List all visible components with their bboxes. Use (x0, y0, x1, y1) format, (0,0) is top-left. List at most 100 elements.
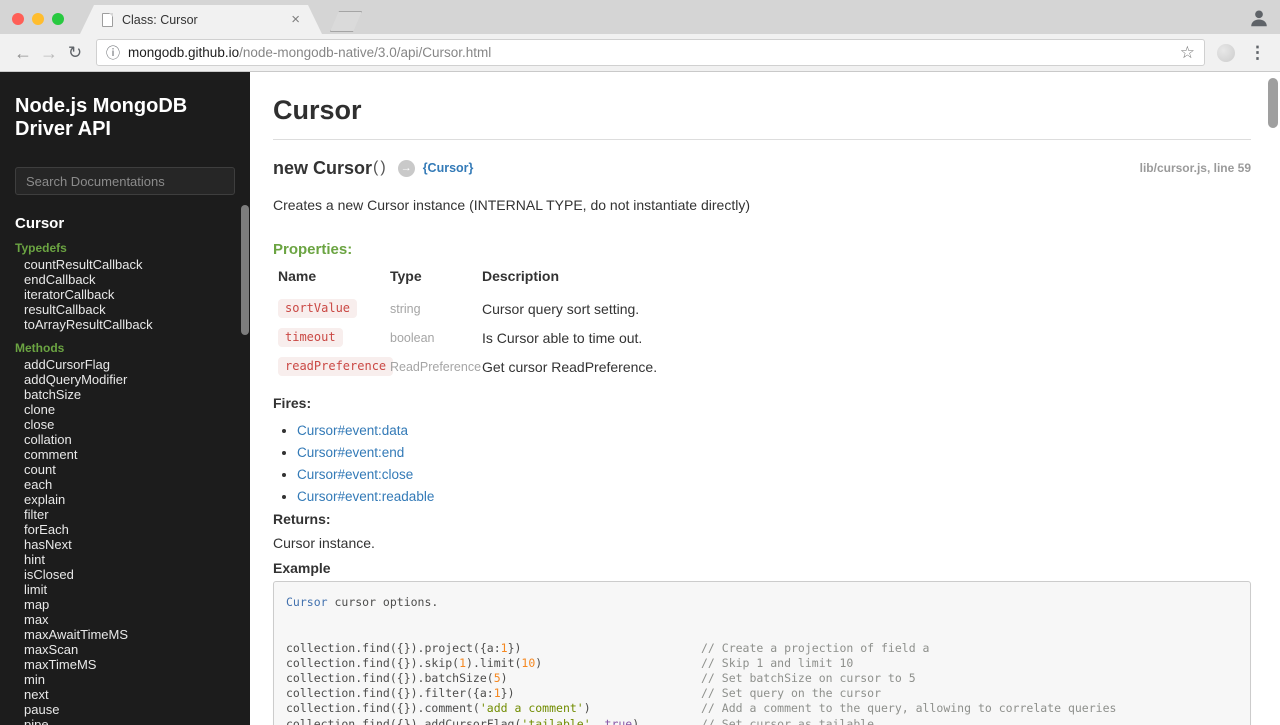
url-path: /node-mongodb-native/3.0/api/Cursor.html (239, 45, 492, 60)
property-type-cell: string (390, 294, 482, 323)
page-scrollbar-thumb[interactable] (1268, 78, 1278, 128)
traffic-light[interactable] (52, 13, 64, 25)
return-type-link[interactable]: {Cursor} (423, 161, 474, 175)
sidebar-item-hasNext[interactable]: hasNext (0, 537, 250, 552)
site-info-icon[interactable]: ⓘ (106, 43, 120, 63)
sidebar-section-label: Methods (15, 341, 65, 355)
sidebar-item-count[interactable]: count (0, 462, 250, 477)
window-controls[interactable] (12, 13, 64, 25)
fires-heading: Fires: (273, 395, 312, 411)
search-input[interactable] (15, 167, 235, 195)
sidebar-nav: Typedefs countResultCallback endCallback it… (0, 242, 250, 725)
sidebar-item-pause[interactable]: pause (0, 702, 250, 717)
sidebar-scrollbar-thumb[interactable] (241, 205, 249, 335)
sidebar-item-clone[interactable]: clone (0, 402, 250, 417)
properties-heading: Properties: (273, 241, 353, 258)
sidebar-item-next[interactable]: next (0, 687, 250, 702)
sidebar-item-max[interactable]: max (0, 612, 250, 627)
divider (273, 139, 1251, 140)
property-name-badge: readPreference (278, 357, 394, 376)
code-token: cursor options. (327, 595, 439, 609)
event-link[interactable]: Cursor#event:end (297, 445, 404, 460)
property-name-cell: readPreference (278, 352, 394, 381)
page-favicon-icon (102, 13, 113, 27)
sidebar-item-resultCallback[interactable]: resultCallback (0, 302, 250, 317)
code-token: collection.find({}).filter({a: (286, 686, 494, 701)
sidebar-item-forEach[interactable]: forEach (0, 522, 250, 537)
sidebar-item-iteratorCallback[interactable]: iteratorCallback (0, 287, 250, 302)
code-comment: // Set query on the cursor (701, 686, 882, 701)
code-token: true (604, 716, 633, 725)
close-tab-icon[interactable]: × (291, 12, 300, 27)
forward-button[interactable]: → (36, 44, 62, 62)
sidebar-item-maxTimeMS[interactable]: maxTimeMS (0, 657, 250, 672)
sidebar-item-collation[interactable]: collation (0, 432, 250, 447)
reload-button[interactable]: ↻ (62, 44, 88, 61)
code-token: 1 (459, 655, 467, 670)
constructor-signature: new Cursor () → {Cursor} lib/cursor.js, … (273, 156, 1251, 180)
code-token: ) (632, 716, 640, 725)
back-button[interactable]: ← (10, 44, 36, 62)
event-link[interactable]: Cursor#event:readable (297, 489, 434, 504)
sidebar-item-endCallback[interactable]: endCallback (0, 272, 250, 287)
source-reference[interactable]: lib/cursor.js, line 59 (1140, 161, 1251, 175)
example-heading: Example (273, 560, 331, 576)
property-type: string (390, 301, 421, 316)
sidebar-item-explain[interactable]: explain (0, 492, 250, 507)
browser-tab[interactable]: Class: Cursor × (80, 5, 322, 34)
fires-list: Cursor#event:data Cursor#event:end Cursor#… (273, 423, 1251, 504)
code-token: Cursor (286, 595, 328, 609)
sidebar-item-map[interactable]: map (0, 597, 250, 612)
code-token: ) (583, 701, 591, 716)
code-line: collection.find({}).addCursorFlag('taila… (286, 717, 1238, 725)
browser-toolbar: ← → ↻ ⓘ mongodb.github.io /node-mongodb-… (0, 34, 1280, 72)
code-comment: // Add a comment to the query, allowing … (701, 701, 1117, 716)
traffic-light[interactable] (12, 13, 24, 25)
sidebar-item-comment[interactable]: comment (0, 447, 250, 462)
fires-list-item: Cursor#event:data (297, 423, 1251, 438)
sidebar-item-maxAwaitTimeMS[interactable]: maxAwaitTimeMS (0, 627, 250, 642)
browser-tab-bar: Class: Cursor × (0, 0, 1280, 34)
sidebar-item-addCursorFlag[interactable]: addCursorFlag (0, 357, 250, 372)
sidebar-current-class[interactable]: Cursor (15, 216, 235, 232)
profile-icon[interactable] (1248, 7, 1270, 29)
url-bar[interactable]: ⓘ mongodb.github.io /node-mongodb-native… (96, 39, 1205, 66)
sidebar-item-batchSize[interactable]: batchSize (0, 387, 250, 402)
sidebar-item-close[interactable]: close (0, 417, 250, 432)
sidebar-item-limit[interactable]: limit (0, 582, 250, 597)
browser-menu-icon[interactable]: ⋮ (1249, 43, 1266, 63)
sidebar-item-min[interactable]: min (0, 672, 250, 687)
event-link[interactable]: Cursor#event:close (297, 467, 413, 482)
sidebar-section-label: Typedefs (15, 241, 67, 255)
sidebar-item-isClosed[interactable]: isClosed (0, 567, 250, 582)
fires-list-item: Cursor#event:close (297, 467, 1251, 482)
sidebar-item-addQueryModifier[interactable]: addQueryModifier (0, 372, 250, 387)
sidebar-item-pipe[interactable]: pipe (0, 717, 250, 725)
sidebar-item-countResultCallback[interactable]: countResultCallback (0, 257, 250, 272)
constructor-description: Creates a new Cursor instance (INTERNAL … (273, 197, 750, 213)
property-type: boolean (390, 330, 435, 345)
fires-list-item: Cursor#event:readable (297, 489, 1251, 504)
sidebar-item-maxScan[interactable]: maxScan (0, 642, 250, 657)
property-name-cell: sortValue (278, 294, 390, 323)
traffic-light[interactable] (32, 13, 44, 25)
sidebar-item-each[interactable]: each (0, 477, 250, 492)
sidebar-item-filter[interactable]: filter (0, 507, 250, 522)
sidebar-item-toArrayResultCallback[interactable]: toArrayResultCallback (0, 317, 250, 332)
code-token: collection.find({}).comment( (286, 701, 480, 716)
event-link[interactable]: Cursor#event:data (297, 423, 408, 438)
code-token: ).limit( (466, 655, 522, 670)
code-line: collection.find({}).filter({a:1}) // Set … (286, 686, 1238, 701)
code-token: }) (500, 686, 515, 701)
extension-icon[interactable] (1217, 43, 1235, 62)
bookmark-star-icon[interactable]: ☆ (1180, 43, 1195, 63)
sidebar-item-hint[interactable]: hint (0, 552, 250, 567)
code-token: 1 (500, 640, 508, 655)
properties-table: Name Type Description sortValue string Cursor… (278, 265, 1251, 381)
property-description: Get cursor ReadPreference. (482, 358, 658, 375)
code-token: collection.find({}).addCursorFlag( (286, 716, 522, 725)
property-name-cell: timeout (278, 323, 390, 352)
new-tab-button[interactable] (330, 11, 362, 32)
